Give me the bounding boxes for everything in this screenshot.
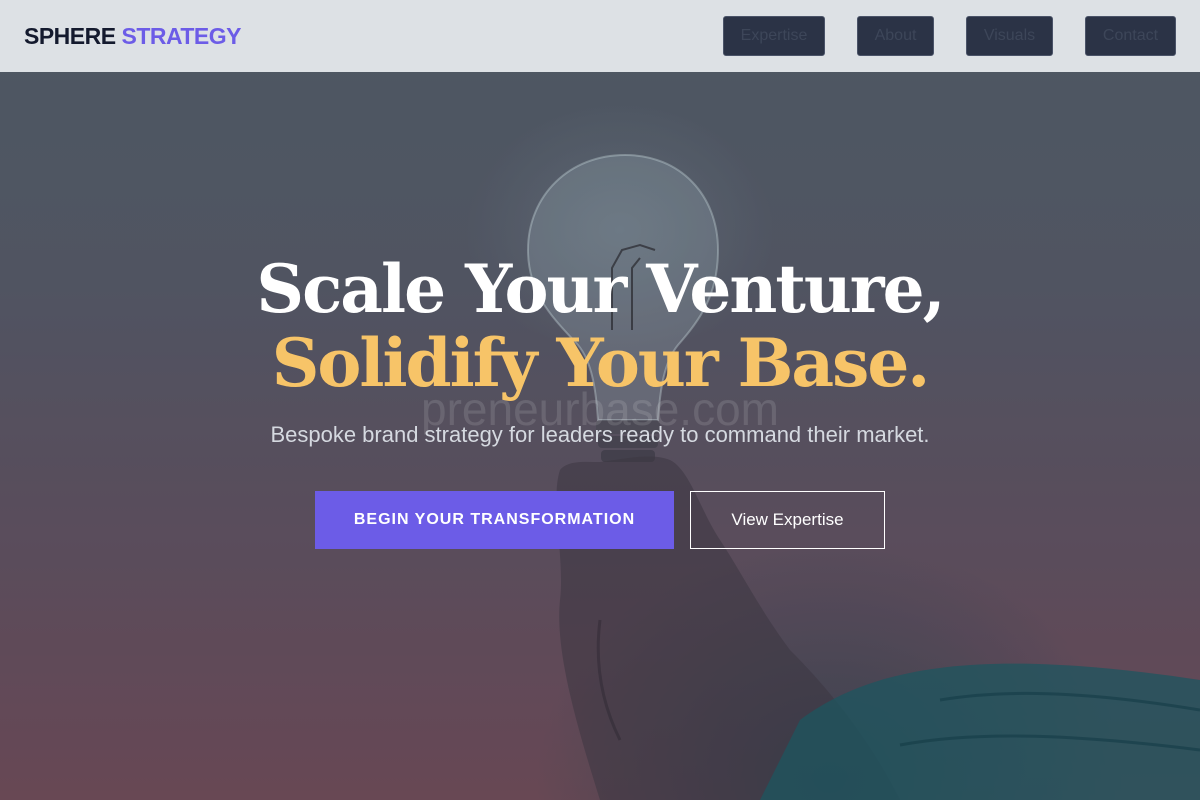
main-nav: Expertise About Visuals Contact	[723, 16, 1176, 56]
nav-expertise-button[interactable]: Expertise	[723, 16, 825, 56]
hero-content: preneurbase.com Scale Your Venture, Soli…	[0, 0, 1200, 800]
brand-logo[interactable]: SPHERE STRATEGY	[24, 22, 242, 50]
brand-name-part2: STRATEGY	[121, 22, 242, 49]
hero-subtitle: Bespoke brand strategy for leaders ready…	[270, 422, 930, 447]
nav-about-button[interactable]: About	[857, 16, 934, 56]
begin-transformation-button[interactable]: BEGIN YOUR TRANSFORMATION	[315, 491, 674, 549]
hero-headline-line2: Solidify Your Base.	[271, 324, 931, 402]
brand-name-part1: SPHERE	[24, 22, 116, 49]
hero-headline-line1: Scale Your Venture,	[256, 250, 945, 328]
nav-contact-button[interactable]: Contact	[1085, 16, 1176, 56]
top-navigation-bar: SPHERE STRATEGY Expertise About Visuals …	[0, 0, 1200, 72]
view-expertise-button[interactable]: View Expertise	[690, 491, 885, 549]
nav-visuals-button[interactable]: Visuals	[966, 16, 1053, 56]
